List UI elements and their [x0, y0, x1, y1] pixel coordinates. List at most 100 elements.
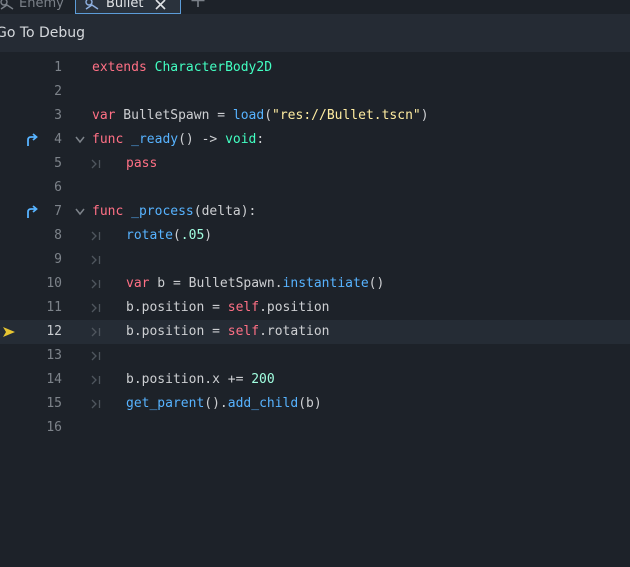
line-number: 15	[46, 396, 62, 411]
code-token: .rotation	[259, 324, 330, 339]
code-text: var b = BulletSpawn.instantiate()	[126, 272, 384, 296]
code-text: var BulletSpawn = load("res://Bullet.tsc…	[92, 104, 429, 128]
script-menu-bar: Go To Debug	[0, 14, 630, 52]
code-text: rotate(.05)	[126, 224, 212, 248]
code-token: self	[227, 300, 260, 315]
code-text: b.position = self.rotation	[126, 320, 330, 344]
line-number: 16	[46, 420, 62, 435]
code-text: func _ready() -> void:	[92, 128, 264, 152]
code-token: get_parent	[126, 396, 205, 411]
code-token: b.position =	[126, 300, 228, 315]
tab-indent-icon	[91, 351, 101, 361]
code-token: :	[256, 132, 265, 147]
code-token: _process	[131, 204, 194, 219]
code-token: ().	[204, 396, 228, 411]
line-number: 2	[54, 84, 62, 99]
code-line[interactable]: 7 func _process(delta):	[0, 200, 630, 224]
code-text: b.position.x += 200	[126, 368, 275, 392]
line-number: 8	[54, 228, 62, 243]
code-token: var	[126, 276, 150, 291]
code-line[interactable]: 3 var BulletSpawn = load("res://Bullet.ts…	[0, 104, 630, 128]
tab-bullet-label: Bullet	[106, 0, 144, 11]
line-number: 1	[54, 60, 62, 75]
code-text: pass	[126, 152, 157, 176]
tab-indent-icon	[91, 279, 101, 289]
character-node-icon	[0, 0, 14, 10]
character-node-icon	[85, 0, 99, 10]
code-line[interactable]: 11 b.position = self.position	[0, 296, 630, 320]
line-number: 11	[46, 300, 62, 315]
code-token: func	[92, 132, 124, 147]
code-line[interactable]: 14 b.position.x += 200	[0, 368, 630, 392]
code-editor[interactable]: 1 extends CharacterBody2D 2 3 var BulletSpaw…	[0, 52, 630, 567]
code-token: (	[264, 108, 273, 123]
tab-indent-icon	[91, 255, 101, 265]
tab-enemy-label: Enemy	[19, 0, 64, 11]
code-line[interactable]: 1 extends CharacterBody2D	[0, 56, 630, 80]
code-token: b.position =	[126, 324, 228, 339]
code-text: get_parent().add_child(b)	[126, 392, 322, 416]
close-icon[interactable]	[155, 0, 166, 10]
code-token: extends	[92, 60, 147, 75]
code-token: .05	[180, 228, 205, 243]
code-token: )	[420, 108, 429, 123]
tab-indent-icon	[91, 399, 101, 409]
code-line[interactable]: 4 func _ready() -> void:	[0, 128, 630, 152]
code-line[interactable]: 8 rotate(.05)	[0, 224, 630, 248]
line-number: 3	[54, 108, 62, 123]
code-token: _ready	[131, 132, 179, 147]
menu-debug[interactable]: Debug	[39, 14, 85, 52]
execution-arrow-icon	[3, 327, 15, 337]
menu-go-to[interactable]: Go To	[0, 14, 35, 52]
line-number: 10	[46, 276, 62, 291]
code-token: void	[225, 132, 257, 147]
code-text: func _process(delta):	[92, 200, 256, 224]
code-line[interactable]: 9	[0, 248, 630, 272]
tab-indent-icon	[91, 375, 101, 385]
tab-indent-icon	[91, 231, 101, 241]
line-number: 13	[46, 348, 62, 363]
code-line[interactable]: 5 pass	[0, 152, 630, 176]
code-line[interactable]: 2	[0, 80, 630, 104]
code-line[interactable]: 12 b.position = self.rotation	[0, 320, 630, 344]
add-tab-icon[interactable]	[191, 0, 205, 8]
code-token: "res://Bullet.tscn"	[272, 108, 421, 123]
tab-indent-icon	[91, 327, 101, 337]
override-arrow-icon[interactable]	[26, 205, 40, 219]
code-line[interactable]: 6	[0, 176, 630, 200]
code-token: )	[204, 228, 213, 243]
code-token: rotate	[126, 228, 173, 243]
line-number: 9	[54, 252, 62, 267]
code-token: ()	[368, 276, 385, 291]
code-text: b.position = self.position	[126, 296, 330, 320]
code-line[interactable]: 15 get_parent().add_child(b)	[0, 392, 630, 416]
code-token: load	[232, 108, 265, 123]
override-arrow-icon[interactable]	[26, 133, 40, 147]
fold-chevron-icon[interactable]	[75, 208, 85, 216]
code-token: b.position.x +=	[126, 372, 252, 387]
code-token: 200	[251, 372, 275, 387]
scene-tab-bar: Enemy Bullet	[0, 0, 630, 14]
line-number: 6	[54, 180, 62, 195]
code-token: (delta):	[193, 204, 257, 219]
code-token: () ->	[178, 132, 226, 147]
code-token: add_child	[227, 396, 299, 411]
tab-indent-icon	[91, 159, 101, 169]
code-token: func	[92, 204, 124, 219]
code-text: extends CharacterBody2D	[92, 56, 272, 80]
code-token: (b)	[298, 396, 322, 411]
code-line[interactable]: 16	[0, 416, 630, 440]
code-token: .position	[259, 300, 330, 315]
tab-bullet[interactable]: Bullet	[75, 0, 181, 14]
code-line[interactable]: 13	[0, 344, 630, 368]
code-token: b = BulletSpawn.	[149, 276, 283, 291]
tab-indent-icon	[91, 303, 101, 313]
code-token: var	[92, 108, 116, 123]
code-token: CharacterBody2D	[154, 60, 273, 75]
code-token: (	[172, 228, 181, 243]
fold-chevron-icon[interactable]	[75, 136, 85, 144]
code-line[interactable]: 10 var b = BulletSpawn.instantiate()	[0, 272, 630, 296]
code-token: instantiate	[282, 276, 369, 291]
